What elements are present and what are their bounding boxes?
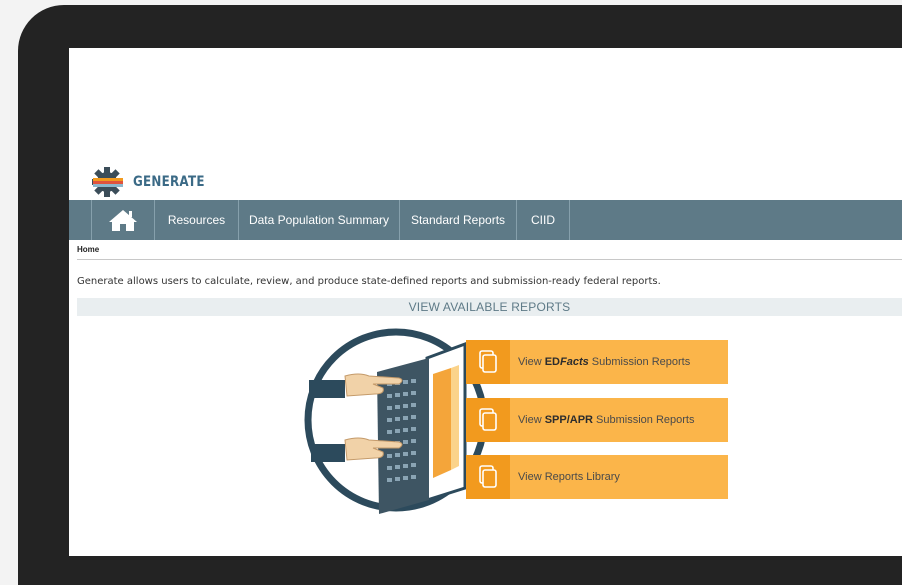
reports-library-label: View Reports Library [518, 471, 620, 483]
spp-apr-reports-label: View SPP/APR Submission Reports [518, 414, 695, 426]
document-icon [466, 455, 510, 499]
breadcrumb[interactable]: Home [77, 245, 99, 254]
main-nav: Resources Data Population Summary Standa… [69, 200, 902, 240]
section-title: VIEW AVAILABLE REPORTS [77, 298, 902, 316]
nav-resources[interactable]: Resources [155, 200, 239, 240]
intro-text: Generate allows users to calculate, revi… [77, 276, 661, 287]
logo-text: GENERATE [133, 174, 205, 190]
nav-ciid[interactable]: CIID [517, 200, 570, 240]
nav-data-population-summary[interactable]: Data Population Summary [239, 200, 400, 240]
edfacts-reports-button[interactable]: View EDFacts Submission Reports [466, 340, 728, 384]
nav-spacer [69, 200, 92, 240]
browser-screen: GENERATE Resources Data Population Summa… [69, 48, 902, 556]
nav-standard-reports[interactable]: Standard Reports [400, 200, 517, 240]
breadcrumb-divider [77, 259, 902, 260]
edfacts-reports-label: View EDFacts Submission Reports [518, 356, 691, 368]
document-icon [466, 398, 510, 442]
generate-logo[interactable]: GENERATE [91, 166, 217, 198]
spp-apr-reports-button[interactable]: View SPP/APR Submission Reports [466, 398, 728, 442]
gear-logo-icon [92, 167, 123, 197]
reports-library-button[interactable]: View Reports Library [466, 455, 728, 499]
nav-home[interactable] [92, 200, 155, 240]
home-icon [109, 210, 137, 231]
laptop-hands-illustration [304, 328, 488, 514]
document-icon [466, 340, 510, 384]
